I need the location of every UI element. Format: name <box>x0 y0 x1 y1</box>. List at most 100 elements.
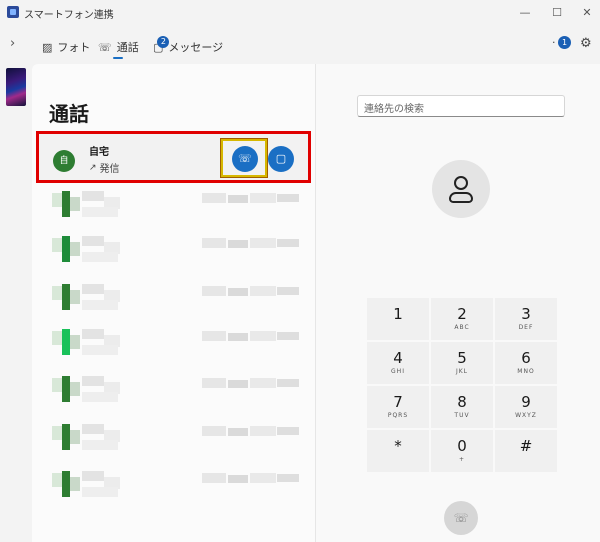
key-letters: MNO <box>517 368 535 375</box>
redacted-block <box>82 376 104 386</box>
redacted-block <box>70 477 80 491</box>
redacted-block <box>202 193 226 203</box>
notification-icon[interactable]: · <box>552 36 556 49</box>
redacted-block <box>82 345 118 355</box>
person-icon <box>454 176 468 190</box>
redacted-block <box>62 191 70 217</box>
redacted-block <box>228 240 248 248</box>
dialpad-key[interactable]: 4 GHI <box>367 342 429 384</box>
redacted-block <box>62 329 70 355</box>
redacted-block <box>70 242 80 256</box>
tab-messages[interactable]: ▢ 2 メッセージ <box>153 35 224 58</box>
call-history-item[interactable] <box>52 325 302 363</box>
page-title: 通話 <box>49 102 89 126</box>
dial-call-button[interactable]: ☏ <box>444 501 478 535</box>
redacted-block <box>250 238 276 248</box>
redacted-block <box>62 424 70 450</box>
redacted-block <box>228 475 248 483</box>
message-button[interactable]: ▢ <box>268 146 294 172</box>
key-digit: 5 <box>457 349 467 367</box>
avatar: 自 <box>53 150 75 172</box>
key-letters: JKL <box>455 368 469 375</box>
dialpad-key[interactable]: 1 <box>367 298 429 340</box>
redacted-block <box>82 471 104 481</box>
call-history-item[interactable] <box>52 420 302 458</box>
tab-label: フォト <box>57 41 91 54</box>
search-input[interactable]: 連絡先の検索 <box>357 95 565 117</box>
gear-icon[interactable]: ⚙ <box>580 36 592 51</box>
tab-label: 通話 <box>116 41 139 54</box>
key-digit: * <box>394 437 402 455</box>
close-button[interactable]: ✕ <box>572 3 600 23</box>
call-history-item[interactable] <box>52 467 302 505</box>
redacted-block <box>250 426 276 436</box>
redacted-block <box>52 193 62 207</box>
redacted-block <box>82 329 104 339</box>
key-digit: 8 <box>457 393 467 411</box>
maximize-button[interactable]: ☐ <box>542 3 572 23</box>
redacted-block <box>250 378 276 388</box>
dialpad-key[interactable]: 3 DEF <box>495 298 557 340</box>
redacted-block <box>62 236 70 262</box>
dialpad-key[interactable]: 5 JKL <box>431 342 493 384</box>
tab-calls[interactable]: ☏ 通話 <box>98 36 139 58</box>
redacted-block <box>202 286 226 296</box>
dialpad-key[interactable]: 6 MNO <box>495 342 557 384</box>
redacted-block <box>82 284 104 294</box>
dialpad-key[interactable]: 8 TUV <box>431 386 493 428</box>
message-count-badge: 2 <box>157 35 170 48</box>
device-thumbnail[interactable] <box>6 68 26 106</box>
chevron-right-icon[interactable]: › <box>10 36 15 51</box>
contact-name: 自宅 <box>89 147 109 158</box>
redacted-block <box>52 286 62 300</box>
key-digit: 6 <box>521 349 531 367</box>
photo-icon: ▨ <box>42 40 53 54</box>
phone-icon: ☏ <box>238 152 252 165</box>
dialpad-key[interactable]: * <box>367 430 429 472</box>
dialpad-key[interactable]: 0 + <box>431 430 493 472</box>
key-digit: 0 <box>457 437 467 455</box>
active-tab-indicator <box>113 57 123 59</box>
dialpad-key[interactable]: 9 WXYZ <box>495 386 557 428</box>
dialpad-key[interactable]: 7 PQRS <box>367 386 429 428</box>
call-history-item[interactable] <box>52 372 302 410</box>
redacted-block <box>277 379 299 387</box>
key-digit: 9 <box>521 393 531 411</box>
key-digit: 7 <box>393 393 403 411</box>
redacted-block <box>277 287 299 295</box>
call-history-item[interactable] <box>52 232 302 270</box>
redacted-block <box>82 392 118 402</box>
key-digit: # <box>519 437 533 455</box>
redacted-block <box>202 238 226 248</box>
notification-badge[interactable]: 1 <box>558 36 571 49</box>
call-button[interactable]: ☏ <box>232 146 258 172</box>
redacted-block <box>52 426 62 440</box>
redacted-block <box>82 236 104 246</box>
redacted-block <box>250 286 276 296</box>
tab-photos[interactable]: ▨ フォト <box>42 36 90 58</box>
redacted-block <box>82 191 104 201</box>
redacted-block <box>202 426 226 436</box>
minimize-button[interactable]: — <box>510 3 540 23</box>
redacted-block <box>82 440 118 450</box>
contact-avatar <box>432 160 490 218</box>
redacted-block <box>62 376 70 402</box>
redacted-block <box>82 300 118 310</box>
key-letters: TUV <box>454 412 470 419</box>
redacted-block <box>82 487 118 497</box>
redacted-block <box>250 473 276 483</box>
dialpad-key[interactable]: 2 ABC <box>431 298 493 340</box>
dialpad-key[interactable]: # <box>495 430 557 472</box>
key-digit: 1 <box>393 305 403 323</box>
call-item-home[interactable]: 自 自宅 ↗ 発信 ☏ ▢ <box>36 131 311 183</box>
call-status-label: 発信 <box>99 164 120 175</box>
call-history-item[interactable] <box>52 280 302 318</box>
tab-label: メッセージ <box>168 41 224 54</box>
redacted-block <box>250 193 276 203</box>
redacted-block <box>52 378 62 392</box>
redacted-block <box>228 288 248 296</box>
tab-bar: › ▨ フォト ☏ 通話 ▢ 2 メッセージ <box>0 28 600 62</box>
call-history-item[interactable] <box>52 187 302 225</box>
redacted-block <box>70 335 80 349</box>
key-letters: PQRS <box>387 412 409 419</box>
